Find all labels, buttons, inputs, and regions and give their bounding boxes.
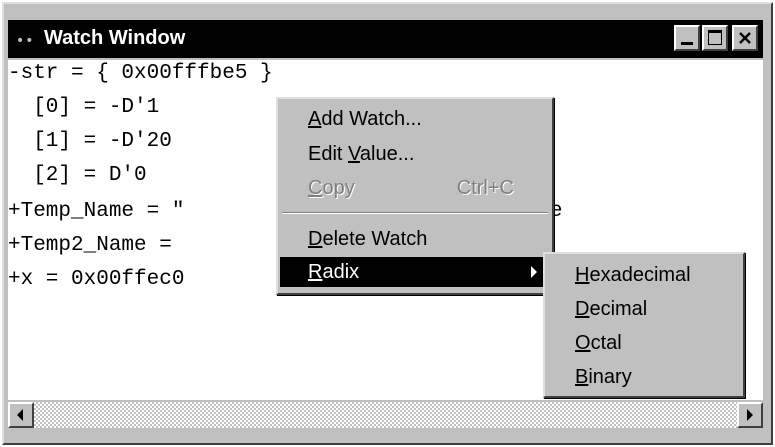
- menu-item-label-rest: opy: [322, 177, 355, 199]
- menu-item-accelerator: D: [308, 228, 323, 250]
- menu-item-label-rest: elete Watch: [322, 228, 428, 250]
- menu-item-label-rest: exadecimal: [589, 264, 691, 286]
- watch-row-temp2-name[interactable]: +Temp2_Name =: [8, 234, 172, 257]
- title-bar[interactable]: •• Watch Window: [8, 20, 763, 58]
- menu-item-accelerator: V: [348, 143, 360, 165]
- watch-row-str-0[interactable]: [0] = -D'1: [8, 96, 159, 119]
- close-button[interactable]: [732, 25, 758, 51]
- menu-item-label-rest: alue...: [359, 143, 415, 165]
- menu-item-shortcut: Ctrl+C: [456, 177, 514, 199]
- submenu-arrow-icon: [531, 266, 537, 278]
- menu-item-accelerator: R: [308, 261, 323, 283]
- menu-item-accelerator: D: [575, 298, 590, 320]
- menu-item-label-rest: ctal: [590, 332, 622, 354]
- menu-item-edit-value[interactable]: Edit Value...: [280, 139, 550, 169]
- watch-row-str-2[interactable]: [2] = D'0: [8, 164, 146, 187]
- menu-item-accelerator: O: [575, 332, 591, 354]
- menu-item-accelerator: C: [308, 177, 323, 199]
- menu-item-label-rest: adix: [322, 261, 360, 283]
- menu-item-accelerator: B: [575, 366, 589, 388]
- menu-item-hexadecimal[interactable]: Hexadecimal: [547, 260, 741, 290]
- radix-submenu: Hexadecimal Decimal Octal Binary: [543, 252, 745, 398]
- menu-item-add-watch[interactable]: Add Watch...: [280, 104, 550, 134]
- context-menu: Add Watch... Edit Value... Copy Ctrl+C De…: [276, 97, 554, 295]
- arrow-right-icon: [747, 409, 753, 421]
- menu-item-decimal[interactable]: Decimal: [547, 294, 741, 324]
- menu-item-delete-watch[interactable]: Delete Watch: [280, 224, 550, 254]
- minimize-button[interactable]: [674, 25, 700, 51]
- menu-item-octal[interactable]: Octal: [547, 328, 741, 358]
- menu-item-binary[interactable]: Binary: [547, 362, 741, 392]
- menu-item-accelerator: A: [308, 108, 322, 130]
- menu-item-radix[interactable]: Radix: [280, 257, 550, 287]
- scroll-right-button[interactable]: [737, 402, 763, 428]
- menu-item-label-rest: inary: [588, 366, 632, 388]
- maximize-button[interactable]: [702, 25, 728, 51]
- menu-item-label-rest: ecimal: [589, 298, 648, 320]
- window-grip-icon: ••: [16, 33, 35, 49]
- menu-item-copy: Copy Ctrl+C: [280, 173, 550, 203]
- watch-row-str-1[interactable]: [1] = -D'20: [8, 130, 172, 153]
- horizontal-scrollbar[interactable]: [8, 402, 763, 428]
- watch-row-x[interactable]: +x = 0x00ffec0: [8, 268, 184, 291]
- menu-item-label-prefix: Edit: [308, 143, 349, 165]
- scroll-left-button[interactable]: [8, 402, 34, 428]
- watch-row-str[interactable]: -str = { 0x00fffbe5 }: [8, 62, 273, 85]
- menu-item-label-rest: dd Watch...: [321, 108, 422, 130]
- window-title: Watch Window: [44, 27, 186, 49]
- arrow-left-icon: [17, 409, 23, 421]
- menu-separator: [282, 212, 548, 214]
- menu-item-accelerator: H: [575, 264, 590, 286]
- close-icon: [739, 32, 751, 44]
